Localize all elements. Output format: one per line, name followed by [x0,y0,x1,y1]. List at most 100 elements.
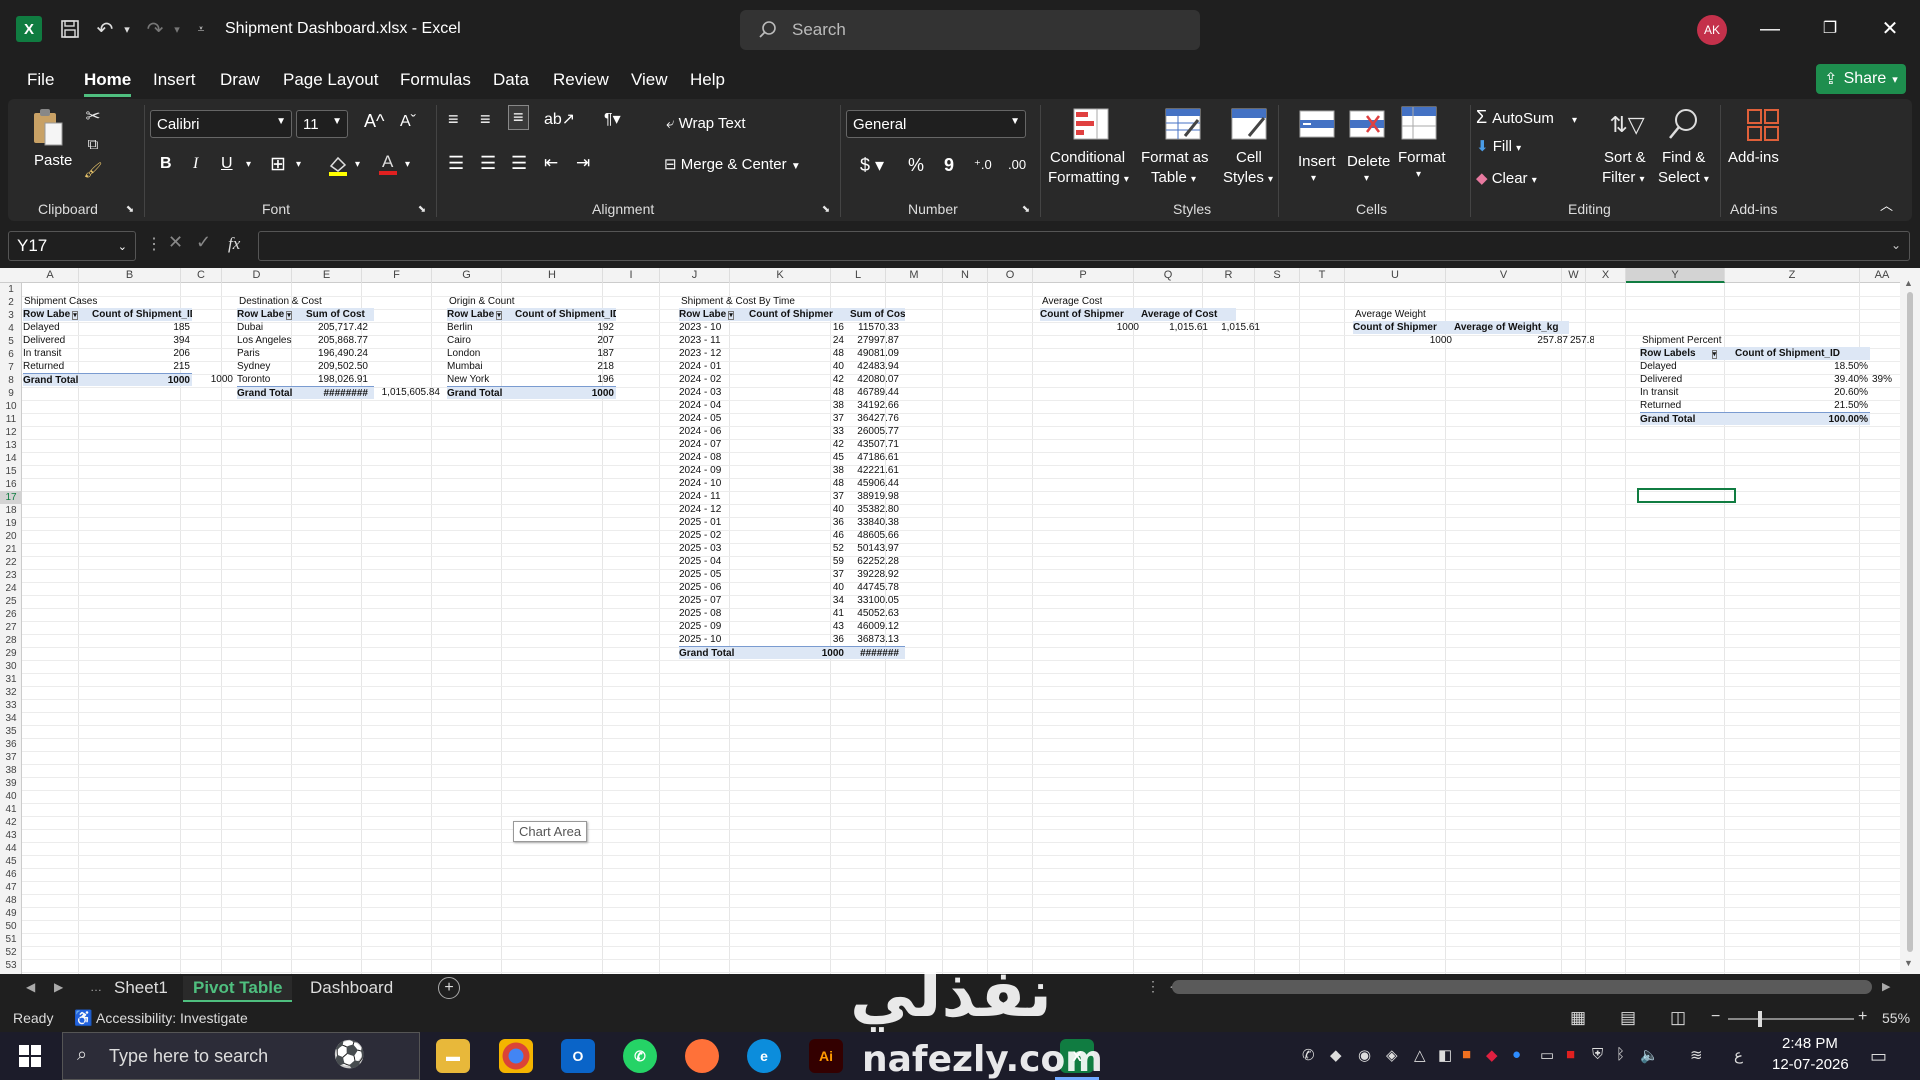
whatsapp-tray-icon[interactable]: ✆ [1302,1046,1315,1064]
bold-icon[interactable]: B [160,155,172,173]
wrap-text-button[interactable]: ⤶ Wrap Text [666,115,746,132]
zoom-out-icon[interactable]: − [1711,1008,1720,1026]
anydesk-tray-icon[interactable]: ◆ [1486,1046,1498,1064]
name-box[interactable]: Y17 ⌄ [8,231,136,261]
column-header[interactable]: E [292,268,362,283]
cell-styles-button[interactable]: Cell [1236,149,1262,166]
decrease-decimal-icon[interactable]: .00 [1008,157,1026,172]
minimize-button[interactable]: — [1750,14,1790,44]
firefox-icon[interactable] [685,1039,719,1073]
column-header[interactable]: X [1586,268,1626,283]
column-header[interactable]: Q [1134,268,1203,283]
pivot-row-labels-header[interactable]: Row Labe ▾ [23,308,92,321]
row-header[interactable]: 32 [0,686,22,699]
find-select-label2[interactable]: Select ▾ [1658,169,1709,186]
row-header[interactable]: 20 [0,530,22,543]
app-tray-icon[interactable]: ◧ [1438,1046,1452,1064]
column-header[interactable]: L [831,268,886,283]
row-header[interactable]: 10 [0,400,22,413]
sheet-tab-sheet1[interactable]: Sheet1 [104,976,178,1002]
cell-styles-label2[interactable]: Styles ▾ [1223,169,1273,186]
row-header[interactable]: 13 [0,439,22,452]
taskbar-search-input[interactable]: ⌕ Type here to search ⚽ [62,1032,420,1080]
sort-filter-label2[interactable]: Filter ▾ [1602,169,1645,186]
zoom-tray-icon[interactable]: ● [1512,1046,1521,1063]
pivot-row-labels-header[interactable]: Row Labe ▾ [447,308,515,321]
column-header[interactable]: D [222,268,292,283]
copy-icon[interactable]: ⧉ [82,133,104,155]
row-header[interactable]: 46 [0,868,22,881]
conditional-formatting-button[interactable]: Conditional [1050,149,1125,166]
align-bottom-icon[interactable]: ≡ [508,105,529,130]
align-top-icon[interactable]: ≡ [448,109,459,130]
menu-data[interactable]: Data [493,70,529,90]
scroll-thumb[interactable] [1907,292,1913,952]
find-select-button[interactable]: Find & [1662,149,1705,166]
row-header[interactable]: 49 [0,907,22,920]
row-header[interactable]: 48 [0,894,22,907]
row-header[interactable]: 22 [0,556,22,569]
row-header[interactable]: 38 [0,764,22,777]
battery-tray-icon[interactable]: ▭ [1540,1046,1554,1064]
expand-formula-icon[interactable]: ⌄ [1891,238,1901,252]
column-header[interactable]: B [79,268,181,283]
clock-date[interactable]: 12-07-2026 [1772,1056,1849,1073]
insert-function-icon[interactable]: fx [228,234,240,254]
row-header[interactable]: 26 [0,608,22,621]
menu-help[interactable]: Help [690,70,725,90]
text-direction-icon[interactable]: ¶▾ [604,109,621,129]
row-header[interactable]: 33 [0,699,22,712]
row-header[interactable]: 4 [0,322,22,335]
column-header[interactable]: Z [1725,268,1860,283]
wifi-icon[interactable]: ≋ [1690,1046,1703,1064]
clipboard-launcher-icon[interactable]: ⬊ [124,203,136,215]
horizontal-scrollbar[interactable] [1172,980,1872,994]
find-select-icon[interactable] [1664,105,1702,143]
avatar[interactable]: AK [1697,15,1727,45]
menu-view[interactable]: View [631,70,668,90]
row-header[interactable]: 16 [0,478,22,491]
row-header[interactable]: 28 [0,634,22,647]
row-header[interactable]: 53 [0,959,22,972]
underline-icon[interactable]: U [221,155,233,173]
row-header[interactable]: 9 [0,387,22,400]
number-format-dropdown[interactable]: General ▼ [846,110,1026,138]
row-header[interactable]: 19 [0,517,22,530]
app2-tray-icon[interactable]: ■ [1462,1046,1471,1063]
conditional-formatting-label2[interactable]: Formatting ▾ [1048,169,1129,186]
row-header[interactable]: 51 [0,933,22,946]
scroll-right-icon[interactable]: ▶ [1882,980,1890,993]
add-ins-icon[interactable] [1744,107,1782,143]
row-header[interactable]: 14 [0,452,22,465]
row-header[interactable]: 39 [0,777,22,790]
underline-dropdown-icon[interactable]: ▾ [246,159,251,170]
more-options-icon[interactable]: ⋮ [146,234,162,254]
conditional-formatting-icon[interactable] [1072,107,1110,141]
row-header[interactable]: 31 [0,673,22,686]
whatsapp-icon[interactable]: ✆ [623,1039,657,1073]
format-as-table-icon[interactable] [1164,107,1202,141]
clock-time[interactable]: 2:48 PM [1782,1035,1838,1052]
column-header[interactable]: T [1300,268,1345,283]
teams-tray-icon[interactable]: ◆ [1330,1046,1342,1064]
currency-icon[interactable]: $ ▾ [860,155,884,176]
column-header[interactable]: S [1255,268,1300,283]
row-header[interactable]: 7 [0,361,22,374]
add-ins-button[interactable]: Add-ins [1728,149,1779,166]
row-header[interactable]: 24 [0,582,22,595]
row-header[interactable]: 6 [0,348,22,361]
excel-taskbar-icon[interactable]: X [1060,1039,1094,1073]
column-header[interactable]: I [603,268,660,283]
zoom-slider-thumb[interactable] [1758,1011,1762,1027]
column-header[interactable]: F [362,268,432,283]
column-header[interactable]: N [943,268,988,283]
align-right-icon[interactable]: ☰ [511,153,527,174]
search-input[interactable]: Search [740,10,1200,50]
delete-dropdown-icon[interactable]: ▾ [1364,173,1369,184]
cell-styles-icon[interactable] [1230,107,1268,141]
zoom-in-icon[interactable]: + [1858,1008,1867,1026]
row-header[interactable]: 52 [0,946,22,959]
sort-filter-button[interactable]: Sort & [1604,149,1646,166]
fill-color-dropdown-icon[interactable]: ▾ [355,159,360,170]
delete-cells-button[interactable]: Delete [1347,153,1390,170]
